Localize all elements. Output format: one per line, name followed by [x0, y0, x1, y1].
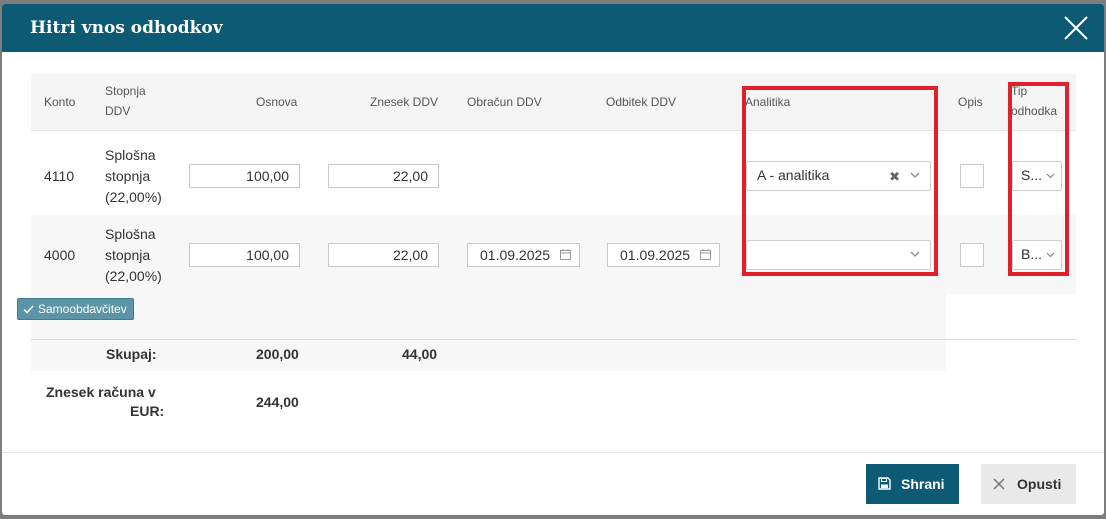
row-stopnja-line1: Splošna	[105, 226, 156, 242]
znesek-label-line1: Znesek računa v	[46, 384, 156, 400]
save-button[interactable]: Shrani	[866, 464, 959, 504]
skupaj-osnova: 200,00	[256, 346, 299, 362]
save-label: Shrani	[901, 476, 945, 492]
check-icon	[23, 305, 34, 314]
close-icon	[993, 478, 1005, 490]
calendar-icon[interactable]	[700, 249, 711, 260]
col-znesek-ddv: Znesek DDV	[370, 95, 439, 109]
znesek-label-line2: EUR:	[130, 403, 165, 419]
divider	[31, 339, 1076, 340]
row-konto: 4110	[44, 168, 75, 184]
samoobdavcitev-tag[interactable]: Samoobdavčitev	[17, 298, 134, 320]
tag-label: Samoobdavčitev	[38, 302, 127, 316]
quick-expense-dialog: Hitri vnos odhodkov Konto Stopnja DDV Os…	[2, 4, 1104, 515]
col-stopnja-line1: Stopnja	[105, 84, 146, 98]
col-osnova: Osnova	[256, 95, 298, 109]
col-odbitek-ddv: Odbitek DDV	[606, 95, 677, 109]
col-stopnja-line2: DDV	[105, 104, 131, 118]
row-stopnja-line3: (22,00%)	[105, 268, 162, 284]
osnova-input[interactable]: 100,00	[189, 164, 300, 188]
opis-checkbox[interactable]	[960, 243, 984, 267]
row-stopnja-line1: Splošna	[105, 147, 156, 163]
skupaj-label: Skupaj:	[106, 346, 157, 362]
znesek-value: 244,00	[256, 394, 299, 410]
table-row-extension	[31, 294, 946, 371]
znesek-ddv-input[interactable]: 22,00	[328, 243, 439, 267]
opis-checkbox[interactable]	[960, 164, 984, 188]
odbitek-ddv-value: 01.09.2025	[620, 247, 691, 263]
col-konto: Konto	[44, 95, 76, 109]
obracun-ddv-value: 01.09.2025	[480, 247, 551, 263]
osnova-input[interactable]: 100,00	[189, 243, 300, 267]
calendar-icon[interactable]	[560, 249, 571, 260]
col-obracun-ddv: Obračun DDV	[467, 95, 542, 109]
row-stopnja-line2: stopnja	[105, 247, 151, 263]
row-konto: 4000	[44, 247, 76, 263]
row-stopnja-line3: (22,00%)	[105, 189, 162, 205]
analitika-highlight	[742, 86, 938, 276]
dialog-header: Hitri vnos odhodkov	[2, 4, 1104, 52]
cancel-button[interactable]: Opusti	[981, 464, 1076, 504]
znesek-ddv-input[interactable]: 22,00	[328, 164, 439, 188]
row-stopnja-line2: stopnja	[105, 168, 151, 184]
odbitek-ddv-date-input[interactable]: 01.09.2025	[607, 243, 720, 267]
obracun-ddv-date-input[interactable]: 01.09.2025	[467, 243, 580, 267]
skupaj-ddv: 44,00	[402, 346, 438, 362]
dialog-title: Hitri vnos odhodkov	[30, 18, 223, 38]
col-opis: Opis	[958, 95, 983, 109]
close-icon[interactable]	[1062, 14, 1090, 42]
footer-divider	[2, 452, 1104, 453]
floppy-disk-icon	[878, 477, 891, 490]
cancel-label: Opusti	[1017, 476, 1062, 492]
tip-odhodka-highlight	[1008, 82, 1069, 276]
